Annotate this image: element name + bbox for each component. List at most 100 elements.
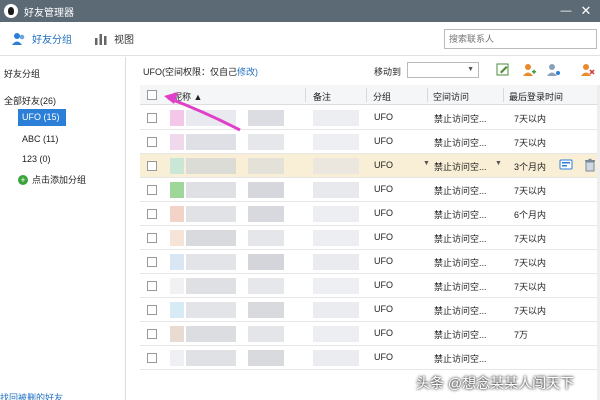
column-header-remark[interactable]: 备注 xyxy=(313,90,331,103)
sidebar-heading: 好友分组 xyxy=(4,69,41,79)
last-login-cell: 7天以内 xyxy=(514,138,547,148)
column-divider xyxy=(366,88,367,102)
pixelated-avatar-nickname xyxy=(186,254,236,270)
space-access-cell: 禁止访问空... xyxy=(434,282,487,292)
move-to-label: 移动到 xyxy=(374,67,402,77)
pixelated-avatar-nickname xyxy=(248,326,284,342)
search-input[interactable] xyxy=(444,29,597,49)
pixelated-avatar-nickname xyxy=(248,182,284,198)
friends-group-icon xyxy=(12,32,25,45)
row-checkbox[interactable] xyxy=(147,353,157,363)
pixelated-avatar-nickname xyxy=(170,110,184,126)
table-header: 昵称 ▲ 备注 分组 空间访问 最后登录时间 xyxy=(140,85,597,105)
friends-group-tab[interactable]: 好友分组 xyxy=(12,31,72,46)
table-row[interactable]: UFO 禁止访问空... xyxy=(140,346,597,370)
pixelated-avatar-nickname xyxy=(170,326,184,342)
retrieve-deleted-friends-link[interactable]: 找回被删的好友 xyxy=(0,391,63,400)
row-checkbox[interactable] xyxy=(147,329,157,339)
sidebar-item-all-friends[interactable]: 全部好友(26) xyxy=(4,94,56,107)
space-access-cell: 禁止访问空... xyxy=(434,162,487,172)
chat-icon[interactable] xyxy=(559,158,573,172)
row-checkbox[interactable] xyxy=(147,185,157,195)
last-login-cell: 7天以内 xyxy=(514,186,547,196)
row-checkbox[interactable] xyxy=(147,161,157,171)
view-label: 视图 xyxy=(114,35,134,46)
add-user-icon[interactable] xyxy=(521,62,537,78)
chevron-down-icon[interactable]: ▼ xyxy=(495,160,502,167)
move-to-select[interactable]: ▼ xyxy=(407,62,479,78)
sidebar-item-abc[interactable]: ABC (11) xyxy=(22,134,58,144)
table-row[interactable]: UFO 禁止访问空... 7天以内 xyxy=(140,298,597,322)
group-cell: UFO xyxy=(374,280,393,290)
space-access-cell: 禁止访问空... xyxy=(434,186,487,196)
pixelated-avatar-nickname xyxy=(313,326,359,342)
trash-icon[interactable] xyxy=(583,158,597,172)
sidebar-item-ufo[interactable]: UFO (15) xyxy=(18,109,66,126)
pixelated-avatar-nickname xyxy=(313,254,359,270)
pixelated-avatar-nickname xyxy=(248,230,284,246)
table-row[interactable]: UFO 禁止访问空... 7天以内 xyxy=(140,250,597,274)
window-title: 好友管理器 xyxy=(24,7,74,19)
pixelated-avatar-nickname xyxy=(186,134,236,150)
view-tab[interactable]: 视图 xyxy=(94,31,134,46)
row-checkbox[interactable] xyxy=(147,113,157,123)
table-row[interactable]: UFO 禁止访问空... 7天以内 xyxy=(140,178,597,202)
pixelated-avatar-nickname xyxy=(186,206,236,222)
sidebar: 好友分组 全部好友(26) UFO (15) ABC (11) 123 (0) … xyxy=(0,57,126,400)
row-checkbox[interactable] xyxy=(147,209,157,219)
select-all-checkbox[interactable] xyxy=(147,90,157,100)
pixelated-avatar-nickname xyxy=(186,326,236,342)
table-row[interactable]: UFO 禁止访问空... 7天以内 xyxy=(140,130,597,154)
row-checkbox[interactable] xyxy=(147,233,157,243)
pixelated-avatar-nickname xyxy=(248,278,284,294)
title-bar: 好友管理器 — ✕ xyxy=(0,0,600,22)
column-divider xyxy=(305,88,306,102)
permission-text: UFO(空间权限：仅自己修改) xyxy=(143,65,258,78)
user-settings-icon[interactable] xyxy=(545,62,561,78)
column-header-nickname[interactable]: 昵称 ▲ xyxy=(173,90,202,103)
group-cell: UFO xyxy=(374,352,393,362)
column-header-group[interactable]: 分组 xyxy=(373,90,391,103)
close-button[interactable]: ✕ xyxy=(578,3,594,19)
pixelated-avatar-nickname xyxy=(170,350,184,366)
pixelated-avatar-nickname xyxy=(248,158,284,174)
group-cell: UFO xyxy=(374,136,393,146)
chevron-down-icon[interactable]: ▼ xyxy=(423,160,430,167)
plus-icon: + xyxy=(18,174,28,185)
table-row[interactable]: UFO 禁止访问空... 7天以内 xyxy=(140,274,597,298)
pixelated-avatar-nickname xyxy=(313,230,359,246)
space-access-cell: 禁止访问空... xyxy=(434,330,487,340)
table-row[interactable]: UFO 禁止访问空... 7万 xyxy=(140,322,597,346)
table-row[interactable]: UFO 禁止访问空... 7天以内 xyxy=(140,226,597,250)
watermark: 头条 @想念某某人闯天下 xyxy=(416,375,575,391)
space-access-cell: 禁止访问空... xyxy=(434,210,487,220)
pixelated-avatar-nickname xyxy=(186,278,236,294)
pixelated-avatar-nickname xyxy=(248,206,284,222)
pixelated-avatar-nickname xyxy=(186,302,236,318)
space-access-cell: 禁止访问空... xyxy=(434,138,487,148)
row-checkbox[interactable] xyxy=(147,281,157,291)
table-row[interactable]: UFO 禁止访问空... 6个月内 xyxy=(140,202,597,226)
pixelated-avatar-nickname xyxy=(186,350,236,366)
row-checkbox[interactable] xyxy=(147,257,157,267)
column-header-last-login[interactable]: 最后登录时间 xyxy=(509,90,563,103)
permission-edit-link[interactable]: 修改) xyxy=(237,67,258,77)
column-divider xyxy=(427,88,428,102)
add-group-button[interactable]: + 点击添加分组 xyxy=(18,173,86,186)
last-login-cell: 7天以内 xyxy=(514,114,547,124)
column-header-space-access[interactable]: 空间访问 xyxy=(433,90,469,103)
pixelated-avatar-nickname xyxy=(186,110,236,126)
column-divider xyxy=(503,88,504,102)
delete-user-icon[interactable] xyxy=(579,62,595,78)
group-cell: UFO xyxy=(374,184,393,194)
chevron-down-icon: ▼ xyxy=(467,66,474,73)
row-checkbox[interactable] xyxy=(147,137,157,147)
space-access-cell: 禁止访问空... xyxy=(434,306,487,316)
table-row[interactable]: UFO 禁止访问空... 7天以内 xyxy=(140,106,597,130)
sidebar-item-123[interactable]: 123 (0) xyxy=(22,154,51,164)
minimize-button[interactable]: — xyxy=(558,3,574,19)
pixelated-avatar-nickname xyxy=(170,254,184,270)
edit-icon[interactable] xyxy=(495,62,511,78)
row-checkbox[interactable] xyxy=(147,305,157,315)
table-row[interactable]: UFO 禁止访问空... 3个月内 ▼ ▼ xyxy=(140,154,597,178)
